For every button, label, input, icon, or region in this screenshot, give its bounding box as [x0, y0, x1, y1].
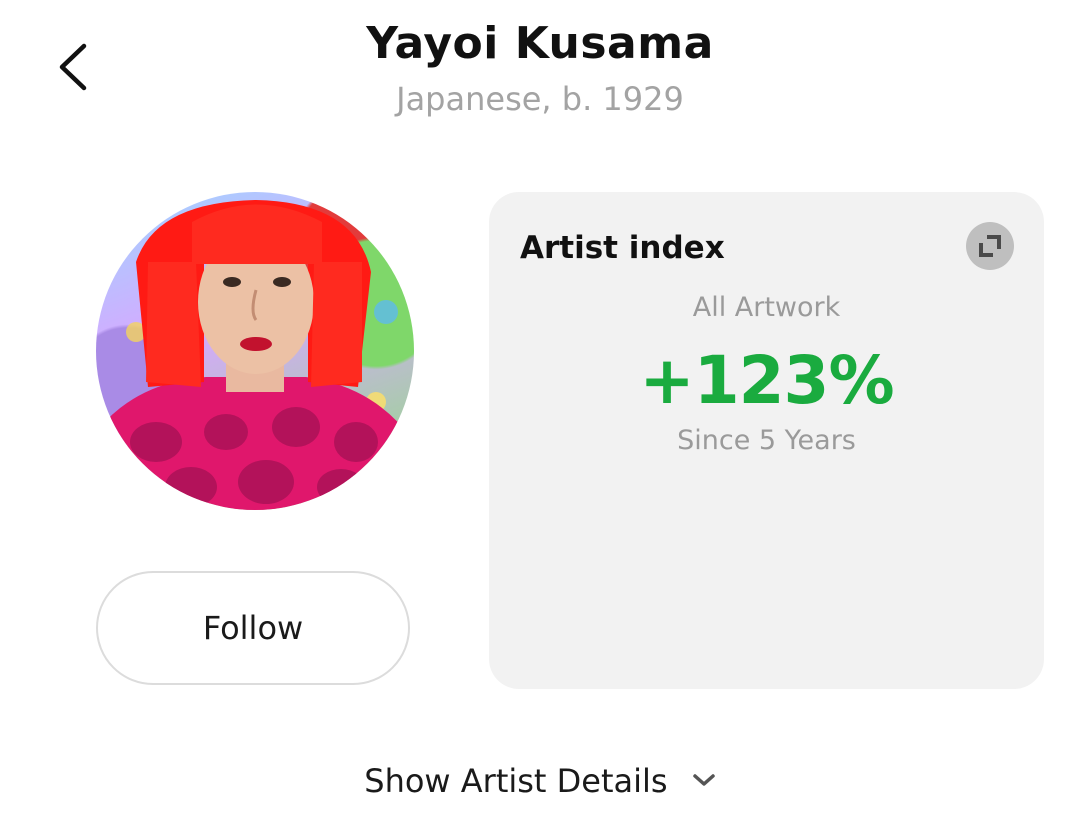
expand-button[interactable] [966, 222, 1014, 270]
show-artist-details-link[interactable]: Show Artist Details [0, 762, 1080, 800]
show-artist-details-label: Show Artist Details [364, 762, 668, 800]
index-scope-label: All Artwork [692, 292, 841, 323]
expand-icon [979, 235, 1001, 257]
artist-profile-page: Yayoi Kusama Japanese, b. 1929 Follow Ar… [0, 0, 1080, 825]
chevron-down-icon [692, 758, 716, 796]
artist-portrait [96, 200, 414, 510]
follow-button[interactable]: Follow [96, 571, 410, 685]
artist-index-card: Artist index All Artwork +123% Since 5 Y… [489, 192, 1044, 689]
index-period-label: Since 5 Years [677, 425, 856, 456]
avatar [96, 192, 414, 510]
artist-index-title: Artist index [520, 230, 725, 266]
artist-name: Yayoi Kusama [366, 18, 714, 69]
artist-nationality-birth: Japanese, b. 1929 [396, 80, 684, 118]
index-change-value: +123% [639, 342, 894, 419]
